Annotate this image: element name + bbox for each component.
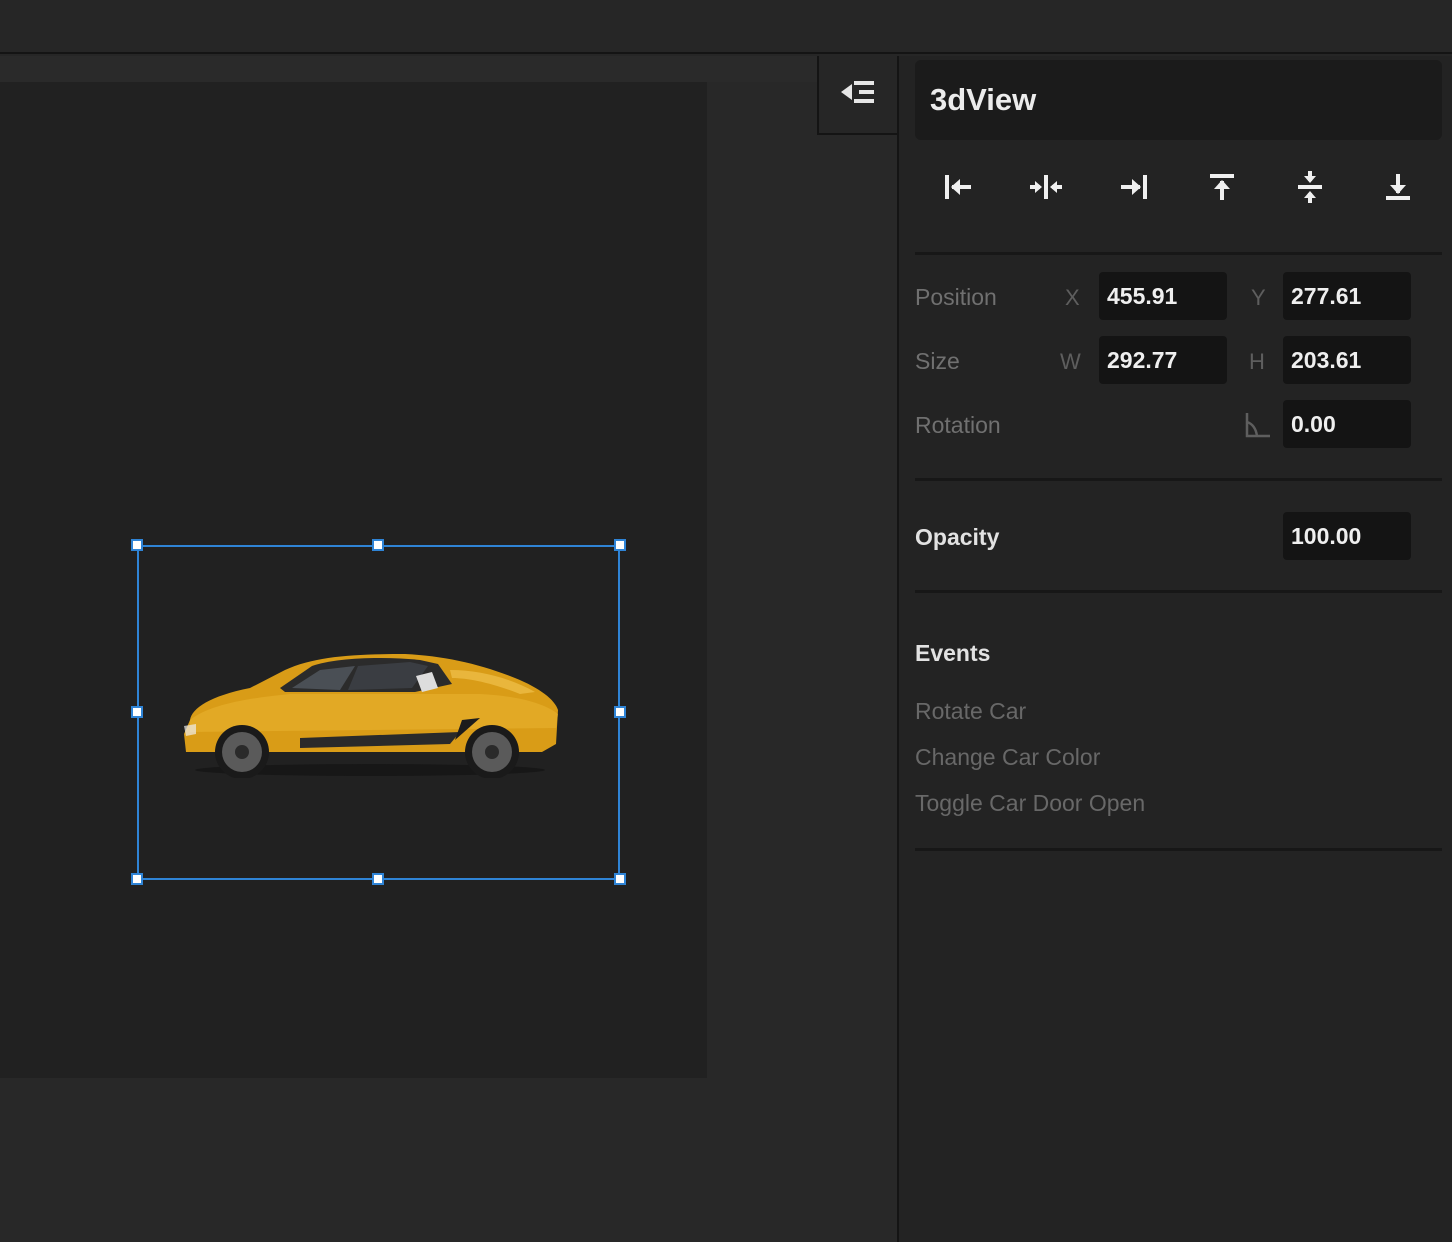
resize-handle-left[interactable] (131, 706, 143, 718)
resize-handle-top-right[interactable] (614, 539, 626, 551)
size-height-input[interactable]: 203.61 (1283, 336, 1411, 384)
align-bottom-icon (1383, 171, 1413, 208)
align-top-button[interactable] (1197, 164, 1247, 214)
alignment-toolbar (915, 164, 1442, 230)
align-horizontal-center-icon (1029, 172, 1063, 207)
component-name-field[interactable]: 3dView (915, 60, 1442, 140)
resize-handle-right[interactable] (614, 706, 626, 718)
resize-handle-top-left[interactable] (131, 539, 143, 551)
align-horizontal-center-button[interactable] (1021, 164, 1071, 214)
opacity-label: Opacity (915, 524, 1000, 550)
workspace (0, 56, 897, 1242)
resize-handle-bottom-right[interactable] (614, 873, 626, 885)
event-item-rotate-car[interactable]: Rotate Car (915, 698, 1026, 725)
collapse-panel-icon (839, 77, 877, 112)
align-bottom-button[interactable] (1373, 164, 1423, 214)
align-right-icon (1118, 172, 1150, 207)
canvas-top-strip (0, 56, 817, 82)
position-x-input[interactable]: 455.91 (1099, 272, 1227, 320)
resize-handle-top[interactable] (372, 539, 384, 551)
collapse-panel-button[interactable] (817, 56, 897, 135)
opacity-input[interactable]: 100.00 (1283, 512, 1411, 560)
top-toolbar (0, 0, 1452, 54)
divider (915, 590, 1442, 593)
align-right-button[interactable] (1109, 164, 1159, 214)
align-vertical-center-button[interactable] (1285, 164, 1335, 214)
align-top-icon (1207, 171, 1237, 208)
angle-icon (1243, 410, 1273, 445)
width-label: W (1060, 349, 1081, 374)
selection-bounding-box[interactable] (137, 545, 620, 880)
height-label: H (1249, 349, 1265, 374)
events-title: Events (915, 640, 991, 666)
position-label: Position (915, 284, 997, 310)
resize-handle-bottom[interactable] (372, 873, 384, 885)
align-left-icon (942, 172, 974, 207)
x-axis-label: X (1065, 285, 1080, 310)
size-label: Size (915, 348, 960, 374)
position-y-input[interactable]: 277.61 (1283, 272, 1411, 320)
align-left-button[interactable] (933, 164, 983, 214)
resize-handle-bottom-left[interactable] (131, 873, 143, 885)
align-vertical-center-icon (1295, 170, 1325, 209)
properties-panel: 3dView Position X 455.91 Y 277.61 Size W… (897, 56, 1452, 1242)
event-item-change-car-color[interactable]: Change Car Color (915, 744, 1100, 771)
y-axis-label: Y (1251, 285, 1266, 310)
divider (915, 478, 1442, 481)
divider (915, 848, 1442, 851)
rotation-label: Rotation (915, 412, 1001, 438)
event-item-toggle-car-door-open[interactable]: Toggle Car Door Open (915, 790, 1145, 817)
divider (915, 252, 1442, 255)
size-width-input[interactable]: 292.77 (1099, 336, 1227, 384)
rotation-input[interactable]: 0.00 (1283, 400, 1411, 448)
